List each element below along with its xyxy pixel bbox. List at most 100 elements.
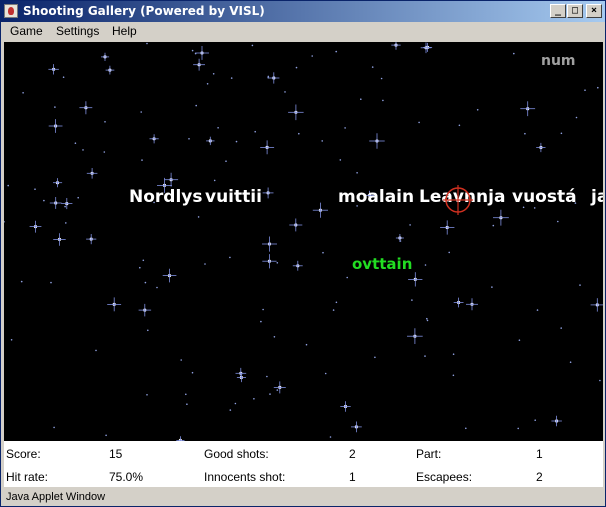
star [411,299,413,301]
star [584,89,586,91]
star [466,298,478,311]
star [356,172,358,174]
star [193,58,205,71]
java-app-icon[interactable] [4,4,18,18]
star [144,281,147,284]
maximize-button[interactable]: □ [567,4,583,18]
star [212,73,215,75]
star [295,66,298,69]
target-word[interactable]: ja [591,187,603,207]
star [29,220,42,233]
star [371,66,374,68]
star [346,276,349,279]
hit-rate-value: 75.0% [109,470,144,484]
star [185,393,187,396]
star [536,309,539,311]
star [262,254,277,269]
star [335,50,338,53]
star [289,218,303,232]
close-button[interactable]: × [586,4,602,18]
star [107,297,122,312]
star [147,329,149,332]
star [236,373,246,383]
score-label: Score: [6,447,41,461]
escapees-label: Escapees: [416,470,473,484]
innocents-shot-label: Innocents shot: [204,470,286,484]
star [268,72,280,84]
star [335,301,338,304]
minimize-button[interactable]: _ [550,4,566,18]
star [391,42,401,50]
star [426,319,429,322]
star [569,361,572,364]
applet-window-label: Java Applet Window [6,491,106,503]
star [206,83,209,85]
star [43,199,45,202]
star [452,374,455,377]
star [50,281,52,284]
star [418,121,420,124]
star [452,353,455,356]
star [225,160,227,162]
game-canvas[interactable]: Nordlys vuittii moalain Leavnnja vuostá … [4,42,603,441]
star [292,260,303,271]
star [551,415,562,427]
star [590,298,603,312]
star [141,159,143,161]
star [579,284,581,286]
hit-rate-label: Hit rate: [6,470,49,484]
star [229,256,231,259]
star [420,42,432,54]
star [536,142,546,153]
star [360,98,362,100]
star [20,280,23,283]
star [101,52,110,61]
star [234,402,237,405]
star [520,101,536,117]
star [395,234,404,242]
star [146,394,148,396]
target-word[interactable]: num [541,53,576,69]
star [266,375,268,378]
star [351,421,362,433]
star [340,401,351,412]
star [48,64,59,75]
star [382,99,384,102]
star [34,188,36,190]
escapees-value: 2 [536,470,543,484]
target-word[interactable]: Nordlys [129,187,203,207]
menu-settings[interactable]: Settings [56,24,99,38]
good-shots-label: Good shots: [204,447,269,461]
target-word[interactable]: vuittii [205,187,262,207]
star [103,151,106,153]
star [191,371,194,374]
star [204,263,206,265]
menu-game[interactable]: Game [10,24,43,38]
star [105,65,115,75]
star [251,44,254,47]
star [518,339,521,342]
star [597,86,599,89]
star [311,55,314,57]
target-word[interactable]: moalain [338,187,414,207]
star [217,127,219,129]
star [262,308,264,311]
star [324,372,327,375]
star [49,197,62,209]
star [195,46,209,60]
star [332,309,335,311]
part-value: 1 [536,447,543,461]
star [298,132,300,135]
star [517,427,519,430]
title-bar[interactable]: Shooting Gallery (Powered by VISL) _ □ × [1,1,605,22]
star [276,262,279,264]
star [53,233,66,246]
star [312,202,328,218]
star [188,138,190,140]
star [493,209,509,226]
target-word[interactable]: vuostá [512,187,577,207]
target-word[interactable]: ovttain [352,255,412,273]
star [156,286,158,289]
crosshair-icon [443,185,473,215]
menu-help[interactable]: Help [112,24,137,38]
